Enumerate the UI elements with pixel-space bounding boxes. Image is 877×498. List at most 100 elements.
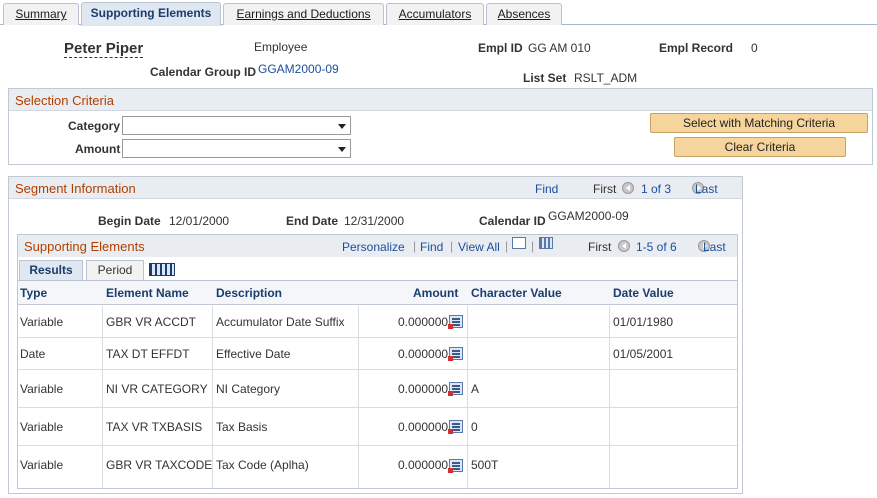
cell-description: NI Category xyxy=(216,381,281,396)
cell-amount-value: 0.000000 xyxy=(398,346,449,361)
personalize-link[interactable]: Personalize xyxy=(342,240,405,254)
cell-element-name: GBR VR TAXCODE xyxy=(106,458,213,472)
grid-title: Supporting Elements xyxy=(24,239,145,254)
cell-element-name: GBR VR ACCDT xyxy=(106,314,197,329)
cell-type: Date xyxy=(20,346,46,361)
previous-icon[interactable] xyxy=(622,182,634,194)
cell-amount: 0.000000 xyxy=(396,338,464,369)
grid-tab-results[interactable]: Results xyxy=(19,260,83,280)
amount-detail-icon[interactable] xyxy=(448,458,464,473)
category-select[interactable] xyxy=(122,116,351,135)
segment-information-group: Segment Information Find First 1 of 3 La… xyxy=(8,176,743,494)
calendar-group-link[interactable]: GGAM2000-09 xyxy=(258,62,339,76)
separator: | xyxy=(531,239,535,253)
segment-information-header: Segment Information Find First 1 of 3 La… xyxy=(9,177,742,199)
category-label: Category xyxy=(68,119,121,133)
table-row: Variable NI VR CATEGORY NI Category 0.00… xyxy=(18,370,737,408)
view-all-link[interactable]: View All xyxy=(458,240,500,254)
table-row: Date TAX DT EFFDT Effective Date 0.00000… xyxy=(18,338,737,370)
chevron-down-icon xyxy=(338,147,346,152)
cell-element-name: TAX DT EFFDT xyxy=(106,346,190,361)
end-date-label: End Date xyxy=(286,214,339,228)
col-character-value: Character Value xyxy=(471,286,562,300)
cell-type: Variable xyxy=(20,458,64,472)
cell-date-value: 01/01/1980 xyxy=(613,314,674,329)
cell-amount: 0.000000 xyxy=(396,370,464,407)
begin-date-label: Begin Date xyxy=(98,214,161,228)
segment-last-link[interactable]: Last xyxy=(695,182,718,196)
grid-last-link[interactable]: Last xyxy=(703,240,726,254)
cell-amount: 0.000000 xyxy=(396,408,464,445)
cell-type: Variable xyxy=(20,314,64,329)
table-row: Variable TAX VR TXBASIS Tax Basis 0.0000… xyxy=(18,408,737,446)
segment-information-title: Segment Information xyxy=(15,181,136,196)
cell-date-value: 01/05/2001 xyxy=(613,346,674,361)
cell-amount-value: 0.000000 xyxy=(398,458,449,472)
cell-amount-value: 0.000000 xyxy=(398,419,449,434)
previous-icon[interactable] xyxy=(618,240,630,252)
select-matching-criteria-button[interactable]: Select with Matching Criteria xyxy=(650,113,868,133)
calendar-group-label: Calendar Group ID xyxy=(150,65,257,79)
table-row: Variable GBR VR ACCDT Accumulator Date S… xyxy=(18,306,737,338)
separator: | xyxy=(450,239,454,253)
segment-range: 1 of 3 xyxy=(641,182,672,196)
amount-detail-icon[interactable] xyxy=(448,382,464,396)
clear-criteria-button[interactable]: Clear Criteria xyxy=(674,137,846,157)
amount-select[interactable] xyxy=(122,139,351,158)
list-set-label: List Set xyxy=(523,71,567,85)
amount-detail-icon[interactable] xyxy=(448,347,464,361)
end-date-value: 12/31/2000 xyxy=(344,214,405,228)
tab-earnings-deductions[interactable]: Earnings and Deductions xyxy=(223,3,384,25)
chevron-down-icon xyxy=(338,124,346,129)
col-date-value: Date Value xyxy=(613,286,674,300)
separator: | xyxy=(505,239,509,253)
col-type: Type xyxy=(20,286,48,300)
grid-find-link[interactable]: Find xyxy=(420,240,443,254)
calendar-id-value: GGAM2000-09 xyxy=(548,209,629,223)
col-amount: Amount xyxy=(413,286,459,300)
cell-character-value xyxy=(469,338,471,369)
cell-type: Variable xyxy=(20,381,64,396)
cell-date-value xyxy=(611,408,613,445)
cell-amount: 0.000000 xyxy=(396,306,464,337)
cell-amount-value: 0.000000 xyxy=(398,314,449,329)
empl-id-label: Empl ID xyxy=(478,41,523,55)
tab-supporting-elements[interactable]: Supporting Elements xyxy=(81,2,221,26)
cell-date-value xyxy=(611,370,613,407)
selection-criteria-group: Selection Criteria Category Amount Selec… xyxy=(8,88,873,165)
cell-description: Tax Basis xyxy=(216,419,268,434)
tab-summary[interactable]: Summary xyxy=(3,3,79,25)
selection-criteria-header: Selection Criteria xyxy=(9,89,872,111)
grid-column-header-row: Type Element Name Description Amount Cha… xyxy=(18,281,737,305)
cell-character-value: 500T xyxy=(471,458,499,472)
grid-first-label: First xyxy=(588,240,612,254)
cell-character-value: 0 xyxy=(471,419,478,434)
table-row: Variable GBR VR TAXCODE Tax Code (Aplha)… xyxy=(18,446,737,484)
selection-criteria-title: Selection Criteria xyxy=(15,93,114,108)
cell-date-value xyxy=(611,446,613,484)
grid-tab-period[interactable]: Period xyxy=(86,260,144,280)
tab-absences[interactable]: Absences xyxy=(486,3,562,25)
cell-description: Accumulator Date Suffix xyxy=(216,314,345,329)
amount-detail-icon[interactable] xyxy=(448,420,464,434)
segment-first-label: First xyxy=(593,182,617,196)
empl-record-value: 0 xyxy=(751,41,758,55)
list-set-value: RSLT_ADM xyxy=(574,71,638,85)
grid-header-bar: Supporting Elements Personalize | Find |… xyxy=(18,235,737,257)
cell-character-value: A xyxy=(471,381,480,396)
employee-role: Employee xyxy=(254,40,308,54)
segment-find-link[interactable]: Find xyxy=(535,182,558,196)
tab-accumulators[interactable]: Accumulators xyxy=(386,3,484,25)
download-spreadsheet-icon[interactable] xyxy=(539,237,553,249)
amount-label: Amount xyxy=(75,142,121,156)
col-description: Description xyxy=(216,286,283,300)
employee-name[interactable]: Peter Piper xyxy=(64,40,144,58)
cell-element-name: TAX VR TXBASIS xyxy=(106,419,203,434)
empl-record-label: Empl Record xyxy=(659,41,734,55)
col-element-name: Element Name xyxy=(106,286,189,300)
amount-detail-icon[interactable] xyxy=(448,315,464,329)
zoom-icon[interactable] xyxy=(512,237,526,249)
show-all-columns-icon[interactable] xyxy=(149,263,175,276)
grid-range: 1-5 of 6 xyxy=(636,240,677,254)
cell-element-name: NI VR CATEGORY xyxy=(106,381,208,396)
